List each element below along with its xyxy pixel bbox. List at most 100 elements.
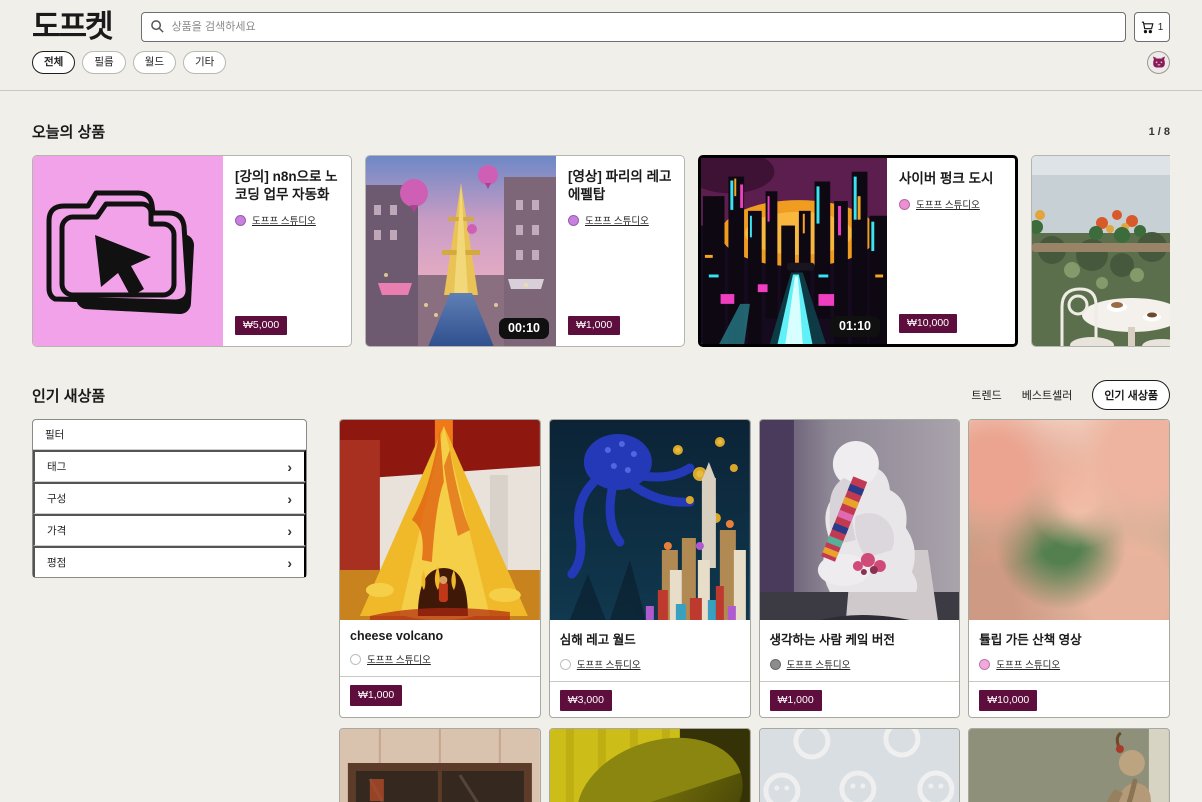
category-chip-all[interactable]: 전체 xyxy=(32,51,75,74)
studio-avatar xyxy=(568,215,579,226)
yellow-lamp xyxy=(550,729,750,802)
chevron-right-icon: › xyxy=(287,556,292,570)
search-bar xyxy=(141,12,1126,42)
grid-product-card[interactable] xyxy=(759,728,961,802)
product-image: 00:10 xyxy=(366,156,556,346)
product-title: [강의] n8n으로 노코딩 업무 자동화 xyxy=(235,168,339,204)
filter-header: 필터 xyxy=(33,420,306,450)
product-image xyxy=(550,420,750,620)
product-title: 생각하는 사람 케잌 버전 xyxy=(770,629,950,648)
grid-product-card[interactable] xyxy=(968,728,1170,802)
studio-avatar xyxy=(235,215,246,226)
today-product-card-selected[interactable]: 01:10 사이버 펑크 도시 도프프 스튜디오 ₩10,000 xyxy=(698,155,1018,347)
tab-trend[interactable]: 트렌드 xyxy=(971,387,1001,403)
product-title: 사이버 펑크 도시 xyxy=(899,170,1003,188)
logo[interactable]: 도프켓 xyxy=(32,10,112,44)
cart-count: 1 xyxy=(1158,22,1164,33)
deep-sea-lego-world xyxy=(550,420,750,620)
chevron-right-icon: › xyxy=(287,492,292,506)
video-duration-badge: 01:10 xyxy=(830,316,880,337)
video-duration-badge: 00:10 xyxy=(499,318,549,339)
price-badge: ₩1,000 xyxy=(770,690,822,711)
studio-link[interactable]: 도프프 스튜디오 xyxy=(577,657,641,671)
user-avatar[interactable] xyxy=(1147,51,1170,74)
product-image xyxy=(550,729,750,802)
cheese-volcano xyxy=(340,420,540,620)
tulip-garden xyxy=(969,420,1169,620)
studio-link[interactable]: 도프프 스튜디오 xyxy=(996,657,1060,671)
grid-product-card[interactable] xyxy=(549,728,751,802)
studio-avatar xyxy=(770,659,781,670)
sort-tabs: 트렌드 베스트셀러 인기 새상품 xyxy=(971,380,1170,410)
price-badge: ₩1,000 xyxy=(568,316,620,336)
grid-product-card[interactable]: 튤립 가든 산책 영상 도프프 스튜디오 ₩10,000 xyxy=(968,419,1170,718)
today-carousel: [강의] n8n으로 노코딩 업무 자동화 도프프 스튜디오 ₩5,000 xyxy=(32,155,1170,347)
studio-link[interactable]: 도프프 스튜디오 xyxy=(787,657,851,671)
product-title: [영상] 파리의 레고 에펠탑 xyxy=(568,168,672,204)
chevron-right-icon: › xyxy=(287,524,292,538)
pink-folder-cursor-illustration xyxy=(33,156,223,346)
price-badge: ₩10,000 xyxy=(899,314,957,334)
grid-product-card[interactable]: 심해 레고 월드 도프프 스튜디오 ₩3,000 xyxy=(549,419,751,718)
cat-face-icon xyxy=(1152,56,1166,69)
today-section-title: 오늘의 상품 xyxy=(32,121,105,142)
chevron-right-icon: › xyxy=(287,460,292,474)
header: 도프켓 1 전체 필름 월드 기타 xyxy=(32,10,1170,91)
price-badge: ₩1,000 xyxy=(350,685,402,706)
balcony-cafe-sea-view xyxy=(1032,156,1170,346)
grid-product-card[interactable]: cheese volcano 도프프 스튜디오 ₩1,000 xyxy=(339,419,541,718)
crouching-statue xyxy=(969,729,1169,802)
tab-popular-new[interactable]: 인기 새상품 xyxy=(1092,380,1170,410)
price-badge: ₩3,000 xyxy=(560,690,612,711)
product-title: 심해 레고 월드 xyxy=(560,629,740,648)
price-badge: ₩10,000 xyxy=(979,690,1037,711)
studio-avatar xyxy=(979,659,990,670)
product-grid: cheese volcano 도프프 스튜디오 ₩1,000 xyxy=(339,419,1170,802)
category-chip-world[interactable]: 월드 xyxy=(133,51,176,74)
filter-sidebar: 필터 태그› 구성› 가격› 평점› xyxy=(32,419,307,578)
popular-products-section: 인기 새상품 트렌드 베스트셀러 인기 새상품 필터 태그› 구성› xyxy=(32,380,1170,802)
studio-link[interactable]: 도프프 스튜디오 xyxy=(252,213,316,227)
cart-icon xyxy=(1141,21,1154,34)
beach-with-smileys xyxy=(760,729,960,802)
category-chip-film[interactable]: 필름 xyxy=(82,51,125,74)
product-title: cheese volcano xyxy=(350,629,530,643)
price-badge: ₩5,000 xyxy=(235,316,287,336)
studio-link[interactable]: 도프프 스튜디오 xyxy=(916,197,980,211)
header-divider xyxy=(0,90,1202,91)
category-chip-etc[interactable]: 기타 xyxy=(183,51,226,74)
product-image xyxy=(969,729,1169,802)
today-product-card[interactable]: 00:10 [영상] 파리의 레고 에펠탑 도프프 스튜디오 ₩1,000 xyxy=(365,155,685,347)
today-product-card[interactable] xyxy=(1031,155,1170,347)
product-image xyxy=(1032,156,1170,346)
popular-section-title: 인기 새상품 xyxy=(32,385,105,406)
today-products-section: 오늘의 상품 1 / 8 [강의] xyxy=(32,121,1170,347)
carousel-pagination: 1 / 8 xyxy=(1149,126,1170,138)
product-image xyxy=(760,420,960,620)
search-icon xyxy=(150,19,165,34)
search-input[interactable] xyxy=(141,12,1126,42)
product-image xyxy=(760,729,960,802)
product-image xyxy=(340,420,540,620)
studio-link[interactable]: 도프프 스튜디오 xyxy=(367,652,431,666)
studio-avatar xyxy=(899,199,910,210)
cart-button[interactable]: 1 xyxy=(1134,12,1170,42)
filter-item-rating[interactable]: 평점› xyxy=(33,546,306,577)
clothing-storefront xyxy=(340,729,540,802)
page: 도프켓 1 전체 필름 월드 기타 xyxy=(0,0,1202,802)
product-image xyxy=(33,156,223,346)
filter-item-price[interactable]: 가격› xyxy=(33,514,306,546)
product-image: 01:10 xyxy=(701,158,887,344)
filter-item-composition[interactable]: 구성› xyxy=(33,482,306,514)
grid-product-card[interactable] xyxy=(339,728,541,802)
product-image xyxy=(969,420,1169,620)
product-title: 튤립 가든 산책 영상 xyxy=(979,629,1159,648)
product-image xyxy=(340,729,540,802)
studio-avatar xyxy=(560,659,571,670)
grid-product-card[interactable]: 생각하는 사람 케잌 버전 도프프 스튜디오 ₩1,000 xyxy=(759,419,961,718)
today-product-card[interactable]: [강의] n8n으로 노코딩 업무 자동화 도프프 스튜디오 ₩5,000 xyxy=(32,155,352,347)
studio-link[interactable]: 도프프 스튜디오 xyxy=(585,213,649,227)
studio-avatar xyxy=(350,654,361,665)
filter-item-tags[interactable]: 태그› xyxy=(33,450,306,482)
tab-bestseller[interactable]: 베스트셀러 xyxy=(1022,387,1073,403)
